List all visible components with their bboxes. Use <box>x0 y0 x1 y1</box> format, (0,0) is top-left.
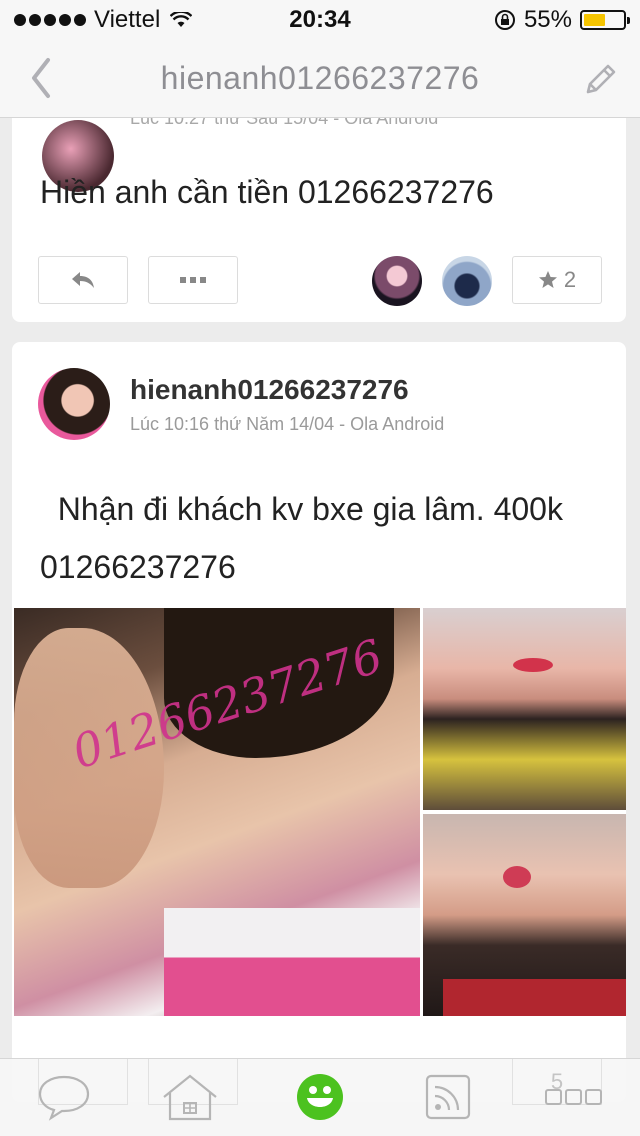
post-photo-3[interactable] <box>423 814 626 1016</box>
chat-bubble-icon <box>38 1075 90 1121</box>
tab-home[interactable] <box>160 1069 220 1125</box>
post-photo-2[interactable] <box>423 608 626 810</box>
liker-avatar[interactable] <box>442 256 492 306</box>
post-text: Nhận đi khách kv bxe gia lâm. 400k 01266… <box>40 491 572 585</box>
tab-feed[interactable] <box>418 1069 478 1125</box>
more-options-button[interactable] <box>148 256 238 304</box>
wifi-icon <box>170 12 193 27</box>
liker-avatar[interactable] <box>372 256 422 306</box>
navigation-bar: hienanh01266237276 <box>0 40 640 118</box>
photo-lips <box>513 658 553 672</box>
star-icon <box>538 271 557 288</box>
photo-lips <box>503 866 531 888</box>
reply-arrow-icon <box>72 272 94 288</box>
post-photo-main[interactable]: 01266237276 <box>14 608 420 1016</box>
tab-ola-home[interactable] <box>290 1069 350 1125</box>
status-bar: Viettel 20:34 55% <box>0 0 640 40</box>
reply-button[interactable] <box>38 256 128 304</box>
pencil-icon[interactable] <box>580 60 620 100</box>
battery-level-fill <box>584 14 605 26</box>
post-text: Hiền anh cần tiền 01266237276 <box>40 174 494 210</box>
photo-shirt <box>164 908 420 1016</box>
tab-bar: 5 <box>0 1058 640 1136</box>
post-username[interactable]: hienanh01266237276 <box>130 374 409 406</box>
signal-strength-icon <box>14 14 86 26</box>
photo-clothing <box>443 979 626 1016</box>
page-title: hienanh01266237276 <box>160 60 480 96</box>
star-count: 2 <box>563 267 577 292</box>
tab-more[interactable] <box>544 1069 604 1125</box>
more-dots-icon <box>545 1089 602 1105</box>
rotation-lock-icon <box>494 10 515 30</box>
ola-smiley-icon <box>297 1074 343 1120</box>
star-button[interactable]: 2 <box>512 256 602 304</box>
ellipsis-icon <box>180 277 206 283</box>
rss-feed-icon <box>425 1074 471 1120</box>
avatar[interactable] <box>38 368 110 440</box>
battery-percentage: 55% <box>523 6 572 33</box>
battery-icon <box>580 10 630 30</box>
post-card: hienanh01266237276 Lúc 10:16 thứ Năm 14/… <box>12 342 626 1102</box>
carrier-name: Viettel <box>94 6 161 33</box>
tab-chat[interactable] <box>34 1069 94 1125</box>
post-meta: Lúc 10:16 thứ Năm 14/04 - Ola Android <box>130 414 445 434</box>
home-icon <box>163 1074 217 1121</box>
chevron-left-icon[interactable] <box>26 54 56 102</box>
